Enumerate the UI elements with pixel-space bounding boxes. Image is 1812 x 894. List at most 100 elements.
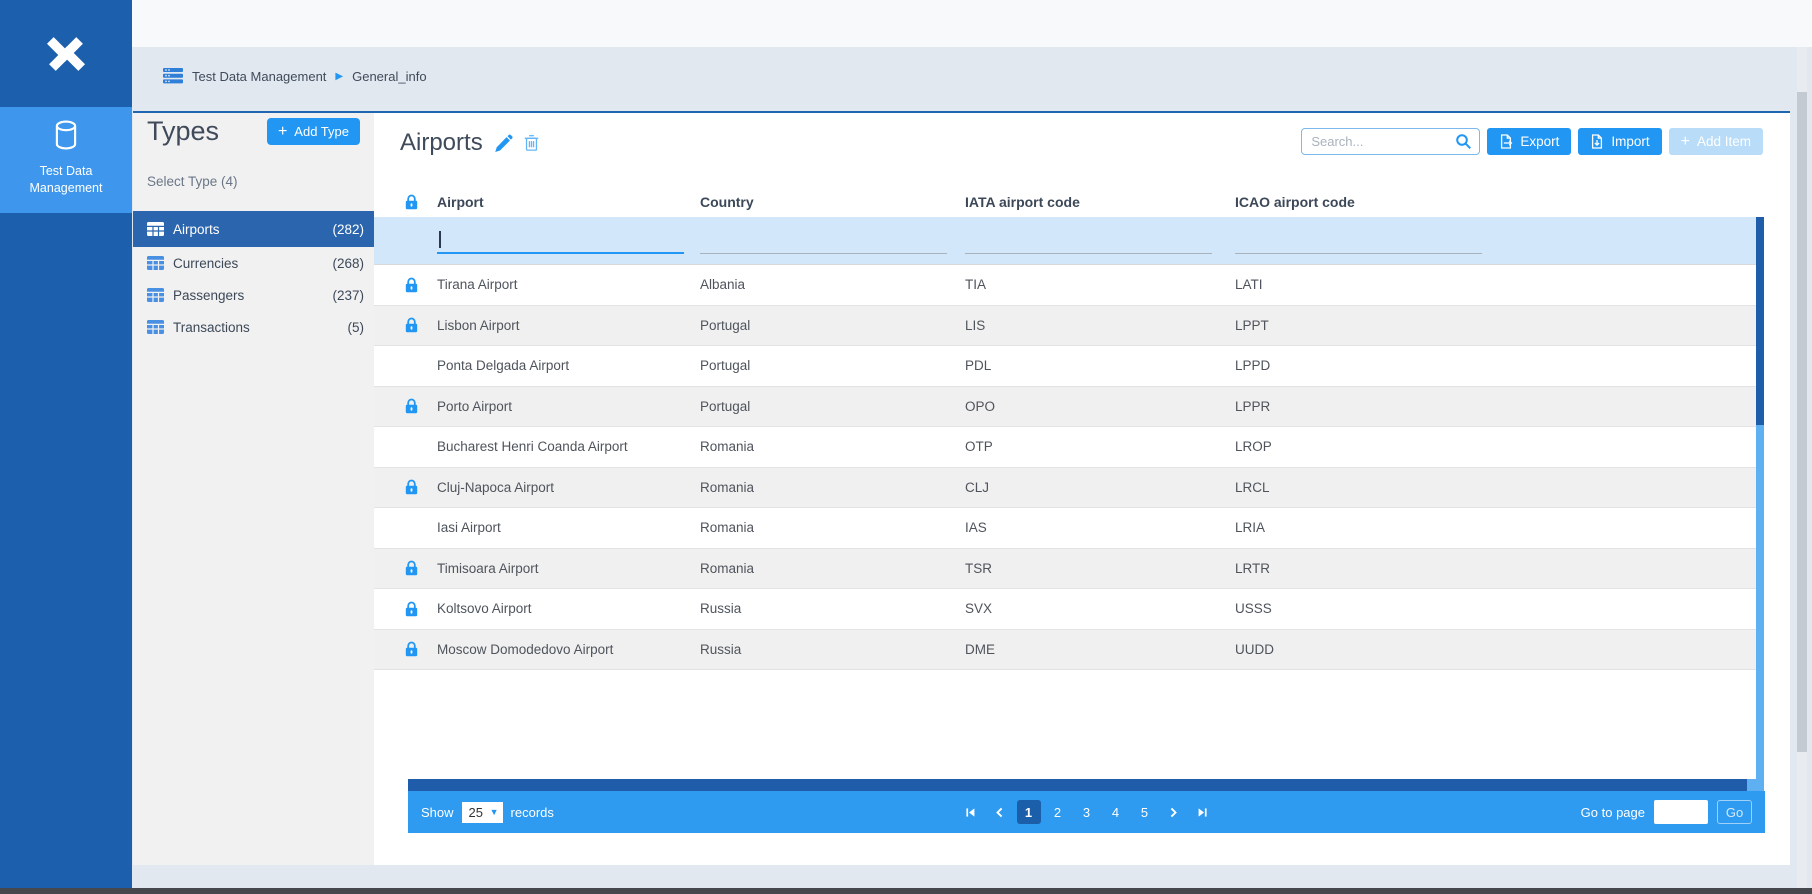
cell-country: Russia (700, 601, 965, 616)
type-item-count: (268) (332, 256, 364, 271)
trash-icon (524, 134, 539, 152)
last-page-button[interactable] (1191, 800, 1215, 824)
column-header-iata[interactable]: IATA airport code (965, 194, 1235, 210)
types-panel: Types + Add Type Select Type (4) Airport… (133, 113, 374, 865)
page-button-3[interactable]: 3 (1075, 800, 1099, 824)
import-button[interactable]: Import (1578, 128, 1661, 155)
cell-airport: Porto Airport (437, 399, 700, 414)
type-item-label: Transactions (173, 320, 250, 335)
page-scrollbar-thumb[interactable] (1797, 92, 1807, 752)
previous-page-button[interactable] (988, 800, 1012, 824)
cell-iata: OTP (965, 439, 1235, 454)
cell-airport: Koltsovo Airport (437, 601, 700, 616)
filter-input-country[interactable] (700, 230, 947, 254)
lock-icon (405, 194, 437, 210)
search-icon[interactable] (1455, 133, 1472, 150)
first-page-icon (965, 807, 976, 818)
cell-icao: LRTR (1235, 561, 1756, 576)
app-logo[interactable] (0, 0, 132, 107)
table-row[interactable]: Moscow Domodedovo Airport Russia DME UUD… (374, 630, 1756, 671)
go-button[interactable]: Go (1717, 800, 1752, 824)
records-label: records (511, 805, 554, 820)
goto-page-label: Go to page (1581, 805, 1645, 820)
table-row[interactable]: Tirana Airport Albania TIA LATI (374, 265, 1756, 306)
cell-icao: USSS (1235, 601, 1756, 616)
horizontal-scrollbar-thumb[interactable] (408, 779, 1747, 791)
plus-icon: + (1681, 134, 1690, 150)
edit-type-button[interactable] (494, 134, 513, 153)
next-page-button[interactable] (1162, 800, 1186, 824)
page-size-select[interactable]: 25 ▼ (462, 802, 503, 823)
table-vertical-scrollbar[interactable] (1756, 217, 1764, 791)
page-button-2[interactable]: 2 (1046, 800, 1070, 824)
filter-input-airport[interactable] (437, 230, 684, 254)
app-sidebar: Test Data Management (0, 0, 132, 888)
lock-icon (405, 641, 418, 657)
filter-input-icao[interactable] (1235, 230, 1482, 254)
table-row[interactable]: Timisoara Airport Romania TSR LRTR (374, 549, 1756, 590)
cell-country: Russia (700, 642, 965, 657)
column-header-country[interactable]: Country (700, 194, 965, 210)
table-row[interactable]: Ponta Delgada Airport Portugal PDL LPPD (374, 346, 1756, 387)
type-item-transactions[interactable]: Transactions (5) (133, 311, 374, 343)
table-row[interactable]: Cluj-Napoca Airport Romania CLJ LRCL (374, 468, 1756, 509)
table-row[interactable]: Lisbon Airport Portugal LIS LPPT (374, 306, 1756, 347)
filter-cell-iata (965, 230, 1235, 264)
plus-icon: + (278, 124, 287, 140)
select-type-label: Select Type (4) (133, 174, 374, 189)
import-file-icon (1590, 134, 1604, 149)
cell-airport: Iasi Airport (437, 520, 700, 535)
table-grid-icon (147, 222, 164, 236)
add-type-button[interactable]: + Add Type (267, 118, 360, 145)
caret-down-icon: ▼ (490, 807, 499, 817)
vertical-scrollbar-thumb[interactable] (1756, 217, 1764, 425)
filter-cell-airport (437, 230, 700, 264)
page-button-5[interactable]: 5 (1133, 800, 1157, 824)
breadcrumb-item-current[interactable]: General_info (352, 69, 426, 84)
search-input[interactable] (1311, 134, 1455, 149)
goto-page-input[interactable] (1654, 800, 1708, 824)
column-header-airport[interactable]: Airport (437, 194, 700, 210)
type-item-count: (5) (348, 320, 365, 335)
table-header-row: Airport Country IATA airport code ICAO a… (374, 187, 1756, 217)
cell-iata: LIS (965, 318, 1235, 333)
cell-iata: SVX (965, 601, 1235, 616)
cell-country: Portugal (700, 399, 965, 414)
cell-country: Romania (700, 439, 965, 454)
cell-icao: LPPT (1235, 318, 1756, 333)
next-page-icon (1168, 807, 1179, 818)
cell-iata: TSR (965, 561, 1235, 576)
sidebar-item-test-data-management[interactable]: Test Data Management (0, 107, 132, 213)
first-page-button[interactable] (959, 800, 983, 824)
type-item-label: Airports (173, 222, 220, 237)
table-row[interactable]: Bucharest Henri Coanda Airport Romania O… (374, 427, 1756, 468)
type-item-currencies[interactable]: Currencies (268) (133, 247, 374, 279)
page-button-1[interactable]: 1 (1017, 800, 1041, 824)
delete-type-button[interactable] (524, 134, 539, 152)
table-horizontal-scrollbar[interactable] (408, 779, 1758, 791)
page-button-4[interactable]: 4 (1104, 800, 1128, 824)
last-page-icon (1197, 807, 1208, 818)
column-header-icao[interactable]: ICAO airport code (1235, 194, 1756, 210)
type-list: Airports (282) Currencies (268) (133, 211, 374, 343)
top-strip (132, 0, 1812, 47)
type-item-airports[interactable]: Airports (282) (133, 211, 374, 247)
cell-icao: LPPR (1235, 399, 1756, 414)
table-row[interactable]: Iasi Airport Romania IAS LRIA (374, 508, 1756, 549)
main-card: Types + Add Type Select Type (4) Airport… (133, 111, 1790, 865)
logo-x-icon (43, 31, 89, 77)
breadcrumb-item-root[interactable]: Test Data Management (192, 69, 326, 84)
table-row[interactable]: Porto Airport Portugal OPO LPPR (374, 387, 1756, 428)
page-scrollbar[interactable] (1797, 47, 1807, 888)
type-item-label: Passengers (173, 288, 244, 303)
cell-country: Portugal (700, 358, 965, 373)
table-row[interactable]: Koltsovo Airport Russia SVX USSS (374, 589, 1756, 630)
export-button[interactable]: Export (1487, 128, 1571, 155)
type-item-passengers[interactable]: Passengers (237) (133, 279, 374, 311)
filter-input-iata[interactable] (965, 230, 1212, 254)
add-item-button[interactable]: + Add Item (1669, 128, 1763, 155)
table-grid-icon (147, 256, 164, 270)
cell-airport: Ponta Delgada Airport (437, 358, 700, 373)
database-icon (53, 120, 79, 150)
window-bottom-edge (0, 888, 1812, 894)
